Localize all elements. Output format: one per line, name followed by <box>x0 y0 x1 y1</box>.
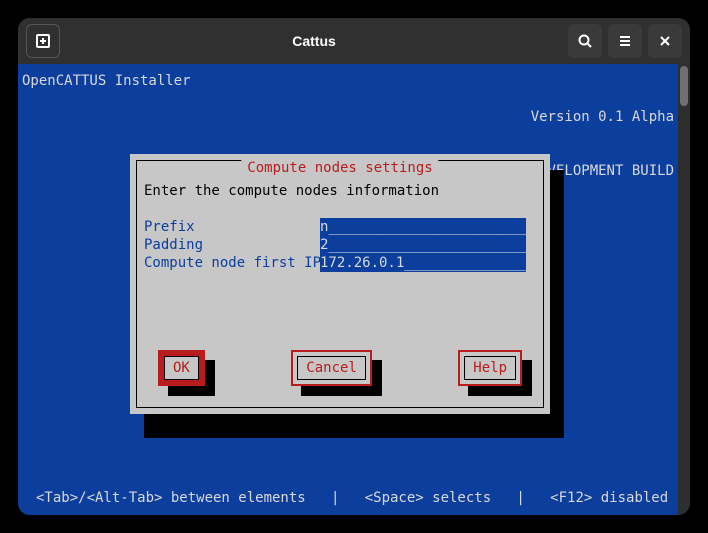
footer-hints: <Tab>/<Alt-Tab> between elements | <Spac… <box>36 489 674 507</box>
help-button[interactable]: Help <box>458 350 522 386</box>
titlebar: Cattus <box>18 18 690 64</box>
header-left: OpenCATTUS Installer <box>22 72 191 90</box>
dialog: Compute nodes settings Enter the compute… <box>130 154 550 414</box>
search-button[interactable] <box>568 24 602 58</box>
ok-button[interactable]: OK <box>158 350 205 386</box>
scrollbar-thumb[interactable] <box>680 66 688 106</box>
field-row-padding: Padding 2_________________________ <box>144 236 536 254</box>
padding-input[interactable]: 2_________________________ <box>320 236 526 254</box>
field-label: Compute node first IP <box>144 254 320 272</box>
cancel-button[interactable]: Cancel <box>291 350 372 386</box>
menu-button[interactable] <box>608 24 642 58</box>
scrollbar-track[interactable] <box>678 64 690 515</box>
version-text: Version 0.1 Alpha <box>531 108 674 126</box>
prefix-input[interactable]: n_________________________ <box>320 218 526 236</box>
new-tab-button[interactable] <box>26 24 60 58</box>
field-row-ip: Compute node first IP 172.26.0.1________… <box>144 254 536 272</box>
dialog-instruction: Enter the compute nodes information <box>144 182 536 200</box>
first-ip-input[interactable]: 172.26.0.1________________ <box>320 254 526 272</box>
app-window: Cattus OpenCATTUS Installer Version 0.1 … <box>18 18 690 515</box>
terminal-area: OpenCATTUS Installer Version 0.1 Alpha D… <box>18 64 690 515</box>
field-label: Prefix <box>144 218 320 236</box>
close-button[interactable] <box>648 24 682 58</box>
dialog-title: Compute nodes settings <box>241 159 438 177</box>
field-label: Padding <box>144 236 320 254</box>
window-title: Cattus <box>68 33 560 49</box>
field-row-prefix: Prefix n_________________________ <box>144 218 536 236</box>
